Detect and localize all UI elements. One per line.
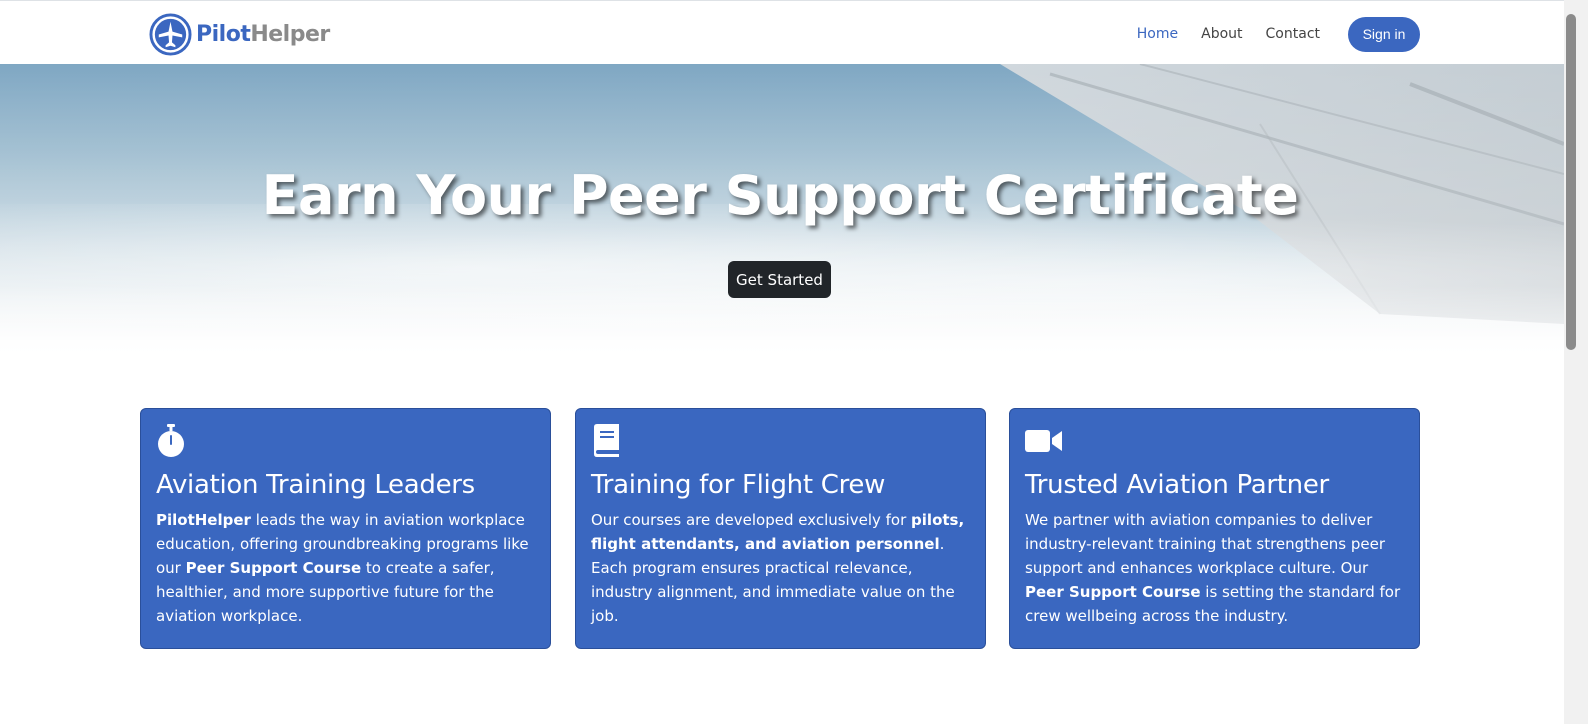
- card-text: Our courses are developed exclusively fo…: [591, 508, 970, 628]
- feature-card-flight-crew: Training for Flight Crew Our courses are…: [575, 408, 986, 649]
- card-title: Aviation Training Leaders: [156, 470, 475, 500]
- card-text: We partner with aviation companies to de…: [1025, 508, 1404, 628]
- get-started-button[interactable]: Get Started: [728, 261, 831, 298]
- card-text-bold: Peer Support Course: [1025, 583, 1201, 601]
- card-text-segment: Our courses are developed exclusively fo…: [591, 511, 912, 529]
- brand-name-part2: Helper: [250, 21, 330, 47]
- nav-link-contact[interactable]: Contact: [1266, 26, 1320, 42]
- plane-badge-icon: [149, 12, 192, 56]
- hero-title: Earn Your Peer Support Certificate: [261, 164, 1299, 227]
- navbar: PilotHelper Home About Contact Sign in: [0, 4, 1564, 64]
- nav-link-home[interactable]: Home: [1137, 26, 1178, 42]
- nav-links: Home About Contact Sign in: [1114, 16, 1420, 52]
- feature-card-aviation-partner: Trusted Aviation Partner We partner with…: [1009, 408, 1420, 649]
- card-text-bold: PilotHelper: [156, 511, 251, 529]
- book-icon: [594, 424, 619, 457]
- card-text-bold: Peer Support Course: [185, 559, 362, 577]
- scrollbar-thumb[interactable]: [1566, 14, 1576, 350]
- hero-banner: Earn Your Peer Support Certificate Get S…: [0, 64, 1564, 360]
- video-camera-icon: [1025, 430, 1062, 452]
- brand-name-part1: Pilot: [196, 21, 251, 47]
- brand-logo[interactable]: PilotHelper: [149, 12, 330, 56]
- card-text: PilotHelper leads the way in aviation wo…: [156, 508, 535, 628]
- feature-card-training-leaders: Aviation Training Leaders PilotHelper le…: [140, 408, 551, 649]
- card-title: Training for Flight Crew: [591, 470, 886, 500]
- scrollbar[interactable]: [1564, 0, 1588, 724]
- brand-name: PilotHelper: [196, 22, 330, 47]
- nav-link-about[interactable]: About: [1201, 26, 1242, 42]
- card-title: Trusted Aviation Partner: [1025, 470, 1329, 500]
- card-text-segment: We partner with aviation companies to de…: [1025, 511, 1386, 577]
- sign-in-button[interactable]: Sign in: [1348, 16, 1420, 52]
- stopwatch-icon: [158, 424, 184, 457]
